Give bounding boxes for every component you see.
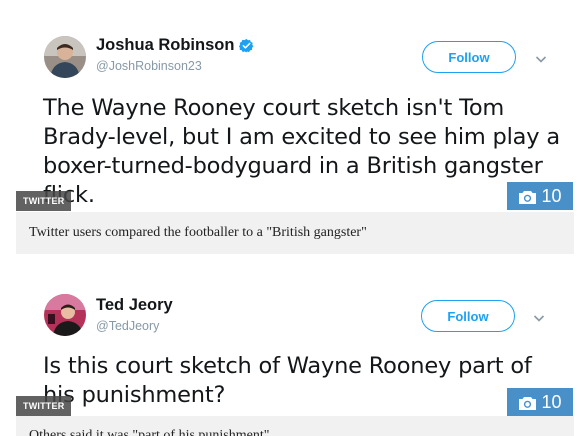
tweet-embed-ted-jeory: Ted Jeory @TedJeory Follow Is this court… xyxy=(16,264,574,416)
author-handle[interactable]: @TedJeory xyxy=(96,319,159,333)
author-name[interactable]: Joshua Robinson xyxy=(96,36,234,55)
gallery-count-button[interactable]: 10 xyxy=(507,182,573,210)
source-tag: TWITTER xyxy=(16,396,72,416)
camera-icon xyxy=(518,395,537,410)
verified-badge-icon xyxy=(239,38,254,53)
image-caption: Twitter users compared the footballer to… xyxy=(16,212,574,254)
follow-button[interactable]: Follow xyxy=(422,41,516,73)
follow-button[interactable]: Follow xyxy=(421,300,515,332)
tweet-text: Is this court sketch of Wayne Rooney par… xyxy=(43,353,532,408)
author-name-row: Ted Jeory xyxy=(96,296,173,315)
gallery-count: 10 xyxy=(541,185,562,206)
author-name-row: Joshua Robinson xyxy=(96,36,254,55)
tweet-embed-joshua-robinson: Joshua Robinson @JoshRobinson23 Follow T… xyxy=(16,0,574,212)
gallery-count: 10 xyxy=(541,391,562,412)
camera-icon xyxy=(518,189,537,204)
source-tag: TWITTER xyxy=(16,191,72,211)
author-handle[interactable]: @JoshRobinson23 xyxy=(96,59,202,73)
chevron-down-icon[interactable] xyxy=(534,52,548,66)
tweet-text: The Wayne Rooney court sketch isn't Tom … xyxy=(43,95,560,208)
gallery-count-button[interactable]: 10 xyxy=(507,388,573,416)
avatar[interactable] xyxy=(44,36,86,78)
image-caption: Others said it was "part of his punishme… xyxy=(16,416,574,436)
avatar[interactable] xyxy=(44,294,86,336)
author-name[interactable]: Ted Jeory xyxy=(96,296,173,315)
chevron-down-icon[interactable] xyxy=(532,311,546,325)
